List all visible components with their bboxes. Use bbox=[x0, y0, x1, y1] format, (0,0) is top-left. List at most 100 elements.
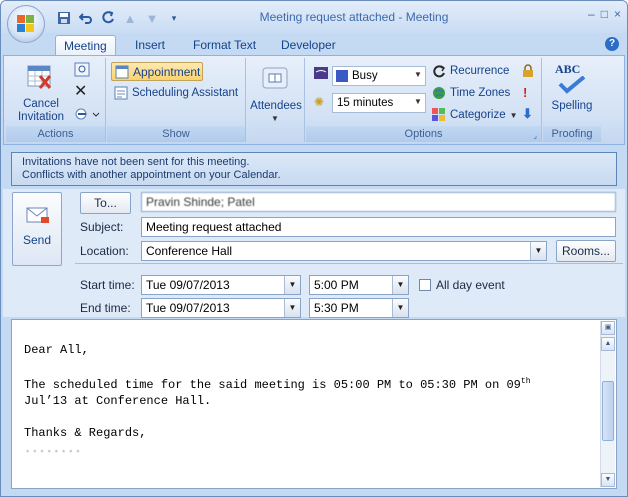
chevron-down-icon[interactable]: ▼ bbox=[392, 299, 408, 317]
undo-icon[interactable] bbox=[77, 9, 95, 27]
info-bar: Invitations have not been sent for this … bbox=[11, 152, 617, 186]
save-icon[interactable] bbox=[55, 9, 73, 27]
meeting-window: Meeting request attached - Meeting ▲ ▼ ▾… bbox=[0, 0, 628, 497]
subject-field[interactable]: Meeting request attached bbox=[141, 217, 616, 237]
info-bar-line-2: Conflicts with another appointment on yo… bbox=[22, 169, 281, 181]
attendees-dropdown-icon[interactable]: ▼ bbox=[271, 114, 279, 123]
show-as-dropdown[interactable]: Busy ▼ bbox=[332, 66, 426, 86]
end-date-value: Tue 09/07/2013 bbox=[146, 301, 230, 315]
tab-insert[interactable]: Insert bbox=[127, 35, 173, 56]
send-label: Send bbox=[22, 233, 52, 247]
appointment-button[interactable]: Appointment bbox=[111, 62, 203, 81]
private-lock-icon[interactable] bbox=[521, 64, 535, 78]
reminder-icon: ✺ bbox=[314, 95, 325, 109]
low-importance-icon[interactable]: ⬇ bbox=[522, 106, 533, 122]
attendees-icon bbox=[261, 66, 289, 92]
quick-access-toolbar: ▲ ▼ ▾ bbox=[55, 9, 183, 27]
actions-group: Cancel Invitation ✕ Actions bbox=[6, 58, 106, 142]
show-group-label: Show bbox=[107, 126, 245, 142]
spelling-icon: ABC bbox=[555, 62, 589, 96]
body-line-2: Jul’13 at Conference Hall. bbox=[24, 394, 212, 408]
cancel-invitation-icon bbox=[26, 64, 54, 90]
office-logo-icon bbox=[17, 15, 35, 33]
to-button[interactable]: To... bbox=[80, 192, 131, 214]
up-arrow-icon[interactable]: ▲ bbox=[121, 9, 139, 27]
start-time-field[interactable]: 5:00 PM ▼ bbox=[309, 275, 409, 295]
show-group: Appointment Scheduling Assistant Show bbox=[107, 58, 246, 142]
options-group-label: Options bbox=[306, 126, 541, 142]
down-arrow-icon[interactable]: ▼ bbox=[143, 9, 161, 27]
ruler-toggle-icon[interactable]: ▣ bbox=[601, 321, 615, 335]
end-time-label: End time: bbox=[80, 301, 131, 315]
chevron-down-icon[interactable]: ▼ bbox=[530, 242, 546, 260]
scheduling-assistant-button[interactable]: Scheduling Assistant bbox=[114, 86, 238, 100]
meeting-form: Send To... Pravin Shinde; Patel Subject:… bbox=[3, 189, 625, 318]
help-icon[interactable]: ? bbox=[605, 37, 619, 51]
end-time-field[interactable]: 5:30 PM ▼ bbox=[309, 298, 409, 318]
rooms-button[interactable]: Rooms... bbox=[556, 240, 616, 262]
appointment-icon bbox=[115, 65, 129, 78]
send-icon bbox=[25, 205, 51, 227]
delete-icon[interactable]: ✕ bbox=[74, 84, 92, 100]
start-time-value: 5:00 PM bbox=[314, 278, 359, 292]
window-controls: – □ × bbox=[588, 7, 621, 21]
chevron-down-icon[interactable]: ▼ bbox=[284, 299, 300, 317]
vertical-scrollbar[interactable]: ▣ ▲ ▼ bbox=[600, 321, 615, 487]
to-field[interactable]: Pravin Shinde; Patel bbox=[141, 192, 616, 212]
options-group: Busy ▼ ✺ 15 minutes ▼ Recurrence Time Zo… bbox=[306, 58, 542, 142]
form-divider bbox=[75, 263, 623, 264]
high-importance-icon[interactable]: ! bbox=[523, 85, 527, 100]
office-button[interactable] bbox=[7, 5, 45, 43]
reminder-dropdown[interactable]: 15 minutes ▼ bbox=[332, 93, 426, 113]
time-zones-icon bbox=[433, 87, 445, 99]
tab-format-text[interactable]: Format Text bbox=[185, 35, 264, 56]
close-button[interactable]: × bbox=[614, 7, 621, 21]
title-bar: Meeting request attached - Meeting ▲ ▼ ▾… bbox=[1, 1, 627, 33]
recurrence-icon bbox=[433, 65, 446, 78]
reminder-value: 15 minutes bbox=[337, 97, 394, 109]
message-body[interactable]: Dear All, The scheduled time for the said… bbox=[11, 319, 617, 489]
greeting: Dear All, bbox=[24, 343, 89, 357]
chevron-down-icon: ▼ bbox=[509, 110, 518, 120]
start-date-field[interactable]: Tue 09/07/2013 ▼ bbox=[141, 275, 301, 295]
closing: Thanks & Regards, bbox=[24, 426, 147, 440]
scroll-up-icon[interactable]: ▲ bbox=[601, 337, 615, 351]
address-book-icon[interactable] bbox=[74, 62, 92, 78]
all-day-checkbox[interactable] bbox=[419, 279, 431, 291]
proofing-group-label: Proofing bbox=[543, 126, 601, 142]
busy-color-icon bbox=[336, 70, 348, 82]
location-field[interactable]: Conference Hall ▼ bbox=[141, 241, 547, 261]
location-value: Conference Hall bbox=[146, 244, 233, 258]
maximize-button[interactable]: □ bbox=[601, 7, 608, 21]
time-zones-button[interactable]: Time Zones bbox=[432, 86, 510, 100]
scheduling-assistant-label: Scheduling Assistant bbox=[132, 87, 239, 99]
actions-group-label: Actions bbox=[6, 126, 105, 142]
customize-qat-icon[interactable]: ▾ bbox=[165, 9, 183, 27]
redo-icon[interactable] bbox=[99, 9, 117, 27]
scroll-thumb[interactable] bbox=[602, 381, 614, 441]
send-button[interactable]: Send bbox=[12, 192, 62, 266]
spelling-button[interactable]: Spelling bbox=[543, 100, 601, 113]
ribbon: Cancel Invitation ✕ Actions Appointment … bbox=[3, 55, 625, 145]
signature: ........ bbox=[24, 442, 82, 456]
tab-meeting[interactable]: Meeting bbox=[55, 35, 116, 56]
end-date-field[interactable]: Tue 09/07/2013 ▼ bbox=[141, 298, 301, 318]
forward-icon[interactable] bbox=[74, 106, 100, 122]
ribbon-tabs: Meeting Insert Format Text Developer ? bbox=[1, 33, 627, 56]
recurrence-button[interactable]: Recurrence bbox=[432, 64, 509, 78]
attendees-button[interactable]: Attendees bbox=[247, 100, 305, 113]
message-text[interactable]: Dear All, The scheduled time for the said… bbox=[24, 342, 594, 457]
all-day-label: All day event bbox=[436, 278, 505, 292]
tab-developer[interactable]: Developer bbox=[273, 35, 344, 56]
chevron-down-icon[interactable]: ▼ bbox=[392, 276, 408, 294]
attendees-group: Attendees ▼ bbox=[247, 58, 305, 142]
cancel-invitation-button[interactable]: Cancel Invitation bbox=[10, 98, 72, 124]
categorize-icon bbox=[432, 108, 445, 121]
abc-label: ABC bbox=[555, 62, 581, 76]
minimize-button[interactable]: – bbox=[588, 7, 595, 21]
chevron-down-icon[interactable]: ▼ bbox=[284, 276, 300, 294]
scroll-down-icon[interactable]: ▼ bbox=[601, 473, 615, 487]
categorize-button[interactable]: Categorize ▼ bbox=[432, 108, 518, 122]
chevron-down-icon: ▼ bbox=[414, 70, 422, 79]
dialog-launcher-icon[interactable]: ⌟ bbox=[533, 131, 537, 140]
